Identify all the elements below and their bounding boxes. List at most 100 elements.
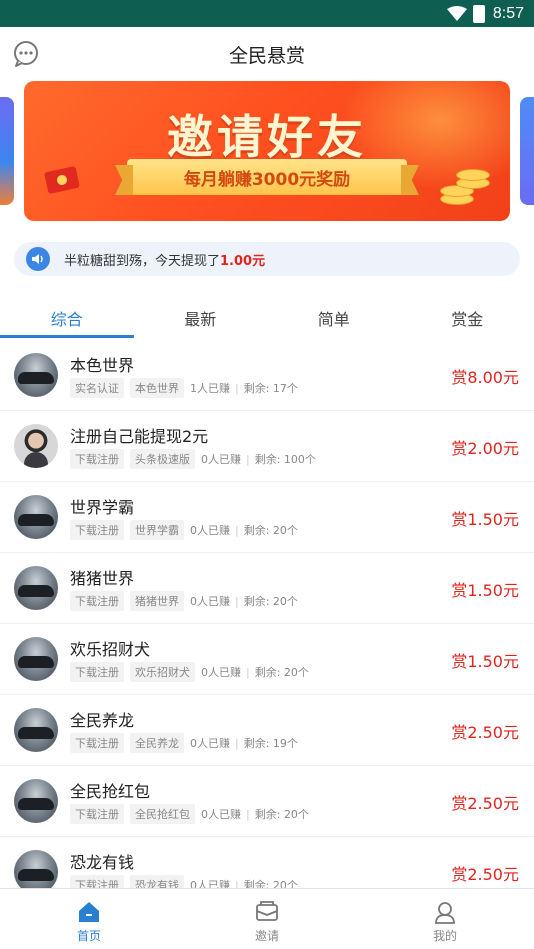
nav-invite[interactable]: 邀请 — [178, 889, 356, 949]
banner-ribbon: 每月躺赚3000元奖励 — [127, 159, 407, 195]
user-icon — [435, 902, 455, 924]
tab-latest[interactable]: 最新 — [134, 296, 268, 340]
task-avatar — [14, 424, 58, 468]
task-earned-count: 0人已赚 — [201, 666, 241, 679]
task-app-tag: 头条极速版 — [130, 449, 195, 469]
divider: | — [246, 665, 250, 679]
banner-subline: 每月躺赚3000元奖励 — [183, 169, 351, 190]
withdraw-notice: 半粒糖甜到殇，今天提现了 1.00元 — [14, 242, 520, 276]
status-time: 8:57 — [492, 4, 524, 22]
task-reward: 赏2.50元 — [451, 794, 519, 813]
battery-icon — [472, 4, 485, 23]
task-row[interactable]: 世界学霸 下载注册 世界学霸 0人已赚 | 剩余: 20个 赏1.50元 — [0, 482, 534, 553]
task-app-tag: 全民养龙 — [130, 733, 184, 753]
tab-all[interactable]: 综合 — [0, 296, 134, 340]
nav-invite-label: 邀请 — [254, 929, 279, 943]
mail-icon — [256, 901, 278, 921]
task-type-tag: 下载注册 — [70, 733, 124, 753]
tab-reward[interactable]: 赏金 — [401, 296, 534, 340]
task-avatar — [14, 566, 58, 610]
task-app-tag: 猪猪世界 — [130, 591, 184, 611]
bottom-nav: 首页 邀请 我的 — [0, 888, 534, 949]
task-name: 全民养龙 — [70, 711, 135, 730]
task-row[interactable]: 欢乐招财犬 下载注册 欢乐招财犬 0人已赚 | 剩余: 20个 赏1.50元 — [0, 624, 534, 695]
nav-mine[interactable]: 我的 — [356, 889, 534, 949]
banner-headline: 邀请好友 — [167, 110, 367, 164]
task-type-tag: 下载注册 — [70, 662, 124, 682]
task-app-tag: 全民抢红包 — [130, 804, 195, 824]
task-remaining: 剩余: 20个 — [254, 808, 309, 821]
task-app-tag: 恐龙有钱 — [130, 875, 184, 888]
task-row[interactable]: 恐龙有钱 下载注册 恐龙有钱 0人已赚 | 剩余: 20个 赏2.50元 — [0, 837, 534, 888]
category-tabs: 综合 最新 简单 赏金 — [0, 296, 534, 340]
task-remaining: 剩余: 20个 — [243, 524, 298, 537]
task-meta: 下载注册 全民抢红包 0人已赚 | 剩余: 20个 — [70, 804, 309, 824]
task-reward: 赏8.00元 — [451, 368, 519, 387]
task-meta: 实名认证 本色世界 1人已赚 | 剩余: 17个 — [70, 378, 298, 398]
divider: | — [235, 878, 239, 889]
prev-banner-peek[interactable] — [0, 97, 14, 205]
divider: | — [235, 381, 239, 395]
task-earned-count: 0人已赚 — [190, 524, 230, 537]
task-type-tag: 下载注册 — [70, 804, 124, 824]
speaker-icon — [26, 247, 50, 271]
nav-home[interactable]: 首页 — [0, 889, 178, 949]
task-type-tag: 下载注册 — [70, 875, 124, 888]
task-meta: 下载注册 世界学霸 0人已赚 | 剩余: 20个 — [70, 520, 298, 540]
red-envelope-icon — [44, 165, 80, 195]
task-reward: 赏2.50元 — [451, 865, 519, 884]
coins-icon — [436, 169, 492, 207]
task-avatar — [14, 637, 58, 681]
task-row[interactable]: 全民养龙 下载注册 全民养龙 0人已赚 | 剩余: 19个 赏2.50元 — [0, 695, 534, 766]
task-name: 注册自己能提现2元 — [70, 427, 209, 446]
divider: | — [246, 452, 250, 466]
task-reward: 赏1.50元 — [451, 581, 519, 600]
task-app-tag: 本色世界 — [130, 378, 184, 398]
task-reward: 赏2.00元 — [451, 439, 519, 458]
task-type-tag: 实名认证 — [70, 378, 124, 398]
notice-amount: 1.00元 — [220, 253, 266, 269]
task-name: 本色世界 — [70, 356, 135, 375]
banner-carousel[interactable]: 邀请好友 每月躺赚3000元奖励 — [0, 81, 534, 221]
task-avatar — [14, 353, 58, 397]
nav-mine-label: 我的 — [432, 929, 457, 943]
task-row[interactable]: 注册自己能提现2元 下载注册 头条极速版 0人已赚 | 剩余: 100个 赏2.… — [0, 411, 534, 482]
task-reward: 赏1.50元 — [451, 510, 519, 529]
next-banner-peek[interactable] — [520, 97, 534, 205]
task-type-tag: 下载注册 — [70, 449, 124, 469]
task-remaining: 剩余: 17个 — [243, 382, 298, 395]
task-row[interactable]: 本色世界 实名认证 本色世界 1人已赚 | 剩余: 17个 赏8.00元 — [0, 340, 534, 411]
task-remaining: 剩余: 20个 — [254, 666, 309, 679]
tab-simple[interactable]: 简单 — [267, 296, 401, 340]
task-meta: 下载注册 头条极速版 0人已赚 | 剩余: 100个 — [70, 449, 316, 469]
task-app-tag: 世界学霸 — [130, 520, 184, 540]
task-reward: 赏1.50元 — [451, 652, 519, 671]
task-type-tag: 下载注册 — [70, 520, 124, 540]
task-avatar — [14, 850, 58, 888]
task-avatar — [14, 708, 58, 752]
nav-home-label: 首页 — [76, 929, 101, 943]
notice-text: 半粒糖甜到殇，今天提现了 — [64, 253, 221, 269]
task-type-tag: 下载注册 — [70, 591, 124, 611]
app-header: 全民悬赏 — [0, 27, 534, 81]
task-name: 恐龙有钱 — [70, 853, 135, 872]
task-name: 猪猪世界 — [70, 569, 135, 588]
task-earned-count: 0人已赚 — [190, 737, 230, 750]
task-earned-count: 1人已赚 — [190, 382, 230, 395]
wifi-icon — [446, 5, 467, 21]
message-icon[interactable] — [12, 40, 40, 68]
task-row[interactable]: 全民抢红包 下载注册 全民抢红包 0人已赚 | 剩余: 20个 赏2.50元 — [0, 766, 534, 837]
task-row[interactable]: 猪猪世界 下载注册 猪猪世界 0人已赚 | 剩余: 20个 赏1.50元 — [0, 553, 534, 624]
status-bar: 8:57 — [0, 0, 534, 27]
divider: | — [235, 523, 239, 537]
task-earned-count: 0人已赚 — [201, 453, 241, 466]
invite-banner[interactable]: 邀请好友 每月躺赚3000元奖励 — [24, 81, 510, 221]
task-meta: 下载注册 恐龙有钱 0人已赚 | 剩余: 20个 — [70, 875, 298, 888]
task-avatar — [14, 495, 58, 539]
divider: | — [235, 736, 239, 750]
task-earned-count: 0人已赚 — [190, 879, 230, 888]
home-icon — [79, 902, 99, 922]
page-title: 全民悬赏 — [228, 44, 305, 67]
task-remaining: 剩余: 100个 — [254, 453, 316, 466]
task-list: 本色世界 实名认证 本色世界 1人已赚 | 剩余: 17个 赏8.00元 注册自… — [0, 340, 534, 888]
